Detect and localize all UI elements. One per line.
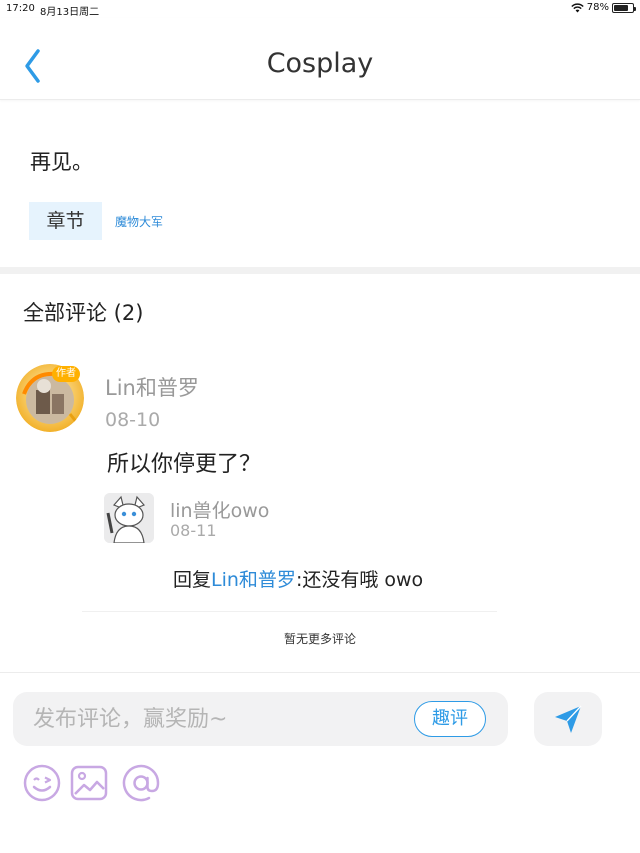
reply-username[interactable]: lin兽化owo xyxy=(170,496,269,523)
status-right: 78% xyxy=(571,2,636,13)
section-divider xyxy=(0,267,640,274)
battery-percent: 78% xyxy=(586,2,609,13)
no-more-comments: 暂无更多评论 xyxy=(283,632,356,646)
reply-prefix: 回复 xyxy=(173,569,212,591)
image-icon xyxy=(70,765,108,801)
comment-input[interactable] xyxy=(33,701,403,737)
status-time: 17:20 xyxy=(6,3,35,14)
comments-heading: 全部评论 (2) xyxy=(23,301,144,325)
image-button[interactable] xyxy=(69,763,109,803)
comment-date: 08-10 xyxy=(105,409,161,431)
reply-divider xyxy=(82,611,497,612)
comment-username[interactable]: Lin和普罗 xyxy=(105,372,199,402)
reply-text: :还没有哦 owo xyxy=(295,569,424,591)
post-text: 再见。 xyxy=(30,150,93,174)
battery-icon xyxy=(612,2,636,13)
emoji-button[interactable] xyxy=(22,763,62,803)
chapter-tag[interactable]: 章节 xyxy=(29,202,102,240)
mention-icon xyxy=(122,764,160,802)
fun-comment-button[interactable]: 趣评 xyxy=(414,701,486,737)
comment-body[interactable]: 所以你停更了？ xyxy=(107,446,261,478)
wifi-icon xyxy=(571,2,584,12)
author-badge: 作者 xyxy=(52,366,80,382)
reply-mention[interactable]: Lin和普罗 xyxy=(211,569,296,591)
page-title: Cosplay xyxy=(266,48,374,79)
status-bar: 17:20 8月13日周二 78% xyxy=(0,0,640,18)
send-button[interactable] xyxy=(534,692,602,746)
send-arrow-icon xyxy=(555,705,582,733)
page: 17:20 8月13日周二 78% Cosplay 再见。 章节 魔物大军 全部… xyxy=(0,0,640,853)
reply-body[interactable]: 回复Lin和普罗:还没有哦 owo xyxy=(173,565,423,592)
emoji-icon xyxy=(23,764,61,802)
chapter-link[interactable]: 魔物大军 xyxy=(115,213,163,230)
status-date: 8月13日周二 xyxy=(40,7,100,18)
nav-header: Cosplay xyxy=(0,18,640,100)
mention-button[interactable] xyxy=(121,763,161,803)
reply-date: 08-11 xyxy=(170,521,217,540)
reply-avatar[interactable] xyxy=(104,493,154,543)
comment-input-box[interactable]: 趣评 xyxy=(13,692,508,746)
battery-fill xyxy=(614,4,629,11)
reply-avatar-image xyxy=(104,493,154,543)
